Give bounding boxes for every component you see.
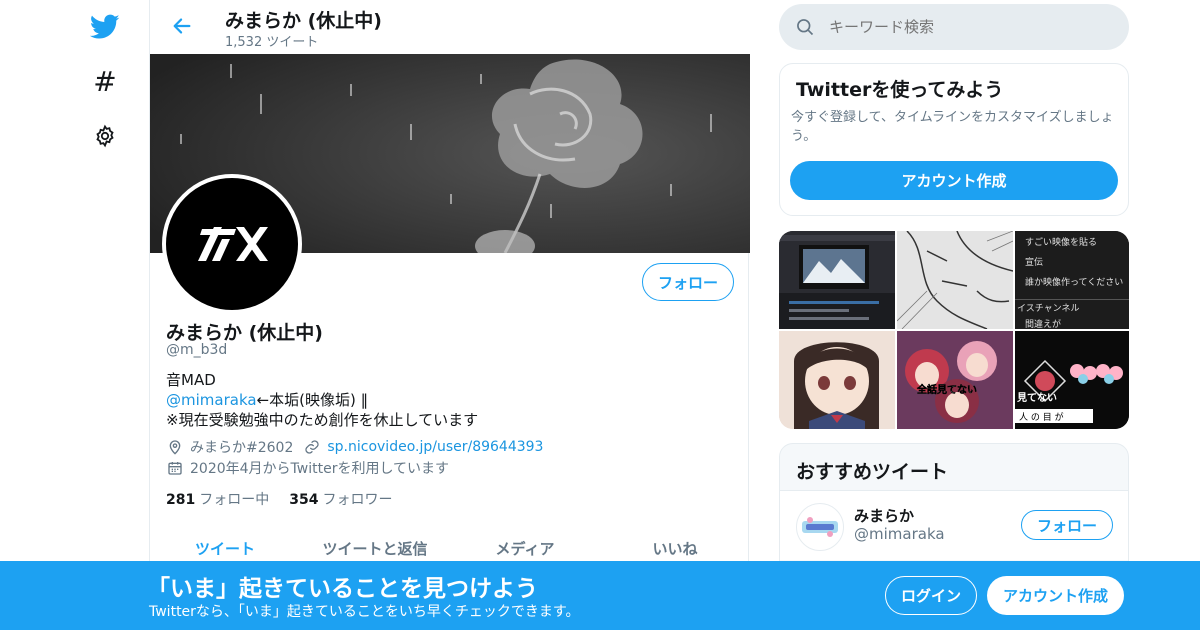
profile-handle: @m_b3d	[166, 342, 228, 358]
media-gallery: すごい映像を貼る 宣伝 誰か映像作ってください イスチャンネル 間違えが 全話見…	[779, 231, 1129, 429]
followers-count: 354	[289, 492, 319, 508]
bio-line-3: ※現在受験勉強中のため創作を休止しています	[166, 411, 479, 429]
header-title: みまらか (休止中)	[225, 10, 382, 32]
login-button[interactable]: ログイン	[885, 576, 977, 615]
tweet-count: 1,532 ツイート	[225, 35, 319, 50]
recommended-user-handle: @mimaraka	[854, 525, 945, 543]
location-pin-icon	[166, 438, 184, 456]
back-arrow-icon[interactable]	[168, 12, 196, 40]
banner-title: 「いま」起きていることを見つけよう	[147, 576, 538, 602]
thumb-caption: 全話見てない	[916, 383, 977, 396]
media-thumbnail[interactable]: 見てない 人 の 目 が	[1015, 331, 1129, 429]
signup-card-title: Twitterを使ってみよう	[796, 79, 1004, 101]
recommended-user-avatar[interactable]	[796, 503, 844, 551]
profile-stats: 281 フォロー中 354 フォロワー	[166, 489, 392, 509]
media-thumbnail[interactable]	[779, 231, 895, 329]
recommended-user-name: みまらか	[854, 507, 915, 525]
search-icon	[795, 17, 815, 37]
signup-card-description: 今すぐ登録して、タイムラインをカスタマイズしましょう。	[791, 110, 1114, 144]
bio-line-2: @mimaraka←本垢(映像垢) ‖	[166, 390, 478, 410]
thumb-text: 誰か映像作ってください	[1025, 276, 1123, 288]
banner-subtitle: Twitterなら、「いま」起きていることをいち早くチェックできます。	[149, 604, 580, 620]
follow-button[interactable]: フォロー	[642, 263, 734, 301]
profile-website-link[interactable]: sp.nicovideo.jp/user/89644393	[327, 439, 543, 455]
signup-button[interactable]: アカウント作成	[987, 576, 1124, 615]
twitter-bird-icon[interactable]	[88, 10, 122, 44]
recommended-title: おすすめツイート	[796, 461, 949, 483]
bio-line-2-text: ←本垢(映像垢) ‖	[256, 391, 369, 409]
profile-bio: 音MAD @mimaraka←本垢(映像垢) ‖ ※現在受験勉強中のため創作を休…	[166, 370, 478, 430]
link-icon	[303, 438, 321, 456]
profile-joined-date: 2020年4月からTwitterを利用しています	[190, 461, 450, 477]
media-thumbnail[interactable]	[897, 231, 1013, 329]
profile-meta-joined: 2020年4月からTwitterを利用しています	[166, 458, 449, 478]
media-thumbnail[interactable]: すごい映像を貼る 宣伝 誰か映像作ってください イスチャンネル 間違えが	[1015, 231, 1129, 329]
thumb-text: 間違えが	[1025, 318, 1061, 329]
thumb-caption: 見てない	[1016, 392, 1057, 404]
thumb-text: イスチャンネル	[1017, 303, 1079, 314]
signup-bottom-banner: 「いま」起きていることを見つけよう Twitterなら、「いま」起きていることを…	[0, 561, 1200, 630]
profile-column: みまらか (休止中) 1,532 ツイート フォロー みまらか (休止中) @m…	[149, 0, 750, 630]
followers-label: フォロワー	[322, 492, 393, 508]
followers-stat[interactable]: 354 フォロワー	[289, 489, 392, 509]
profile-name: みまらか (休止中)	[166, 322, 323, 344]
create-account-button[interactable]: アカウント作成	[790, 161, 1118, 200]
left-nav: #	[80, 0, 130, 630]
signup-prompt-card: Twitterを使ってみよう 今すぐ登録して、タイムラインをカスタマイズしましょ…	[779, 63, 1129, 216]
media-thumbnail[interactable]: 全話見てない	[897, 331, 1013, 429]
following-stat[interactable]: 281 フォロー中	[166, 489, 269, 509]
thumb-caption: 人 の 目 が	[1019, 411, 1064, 423]
thumb-text: 宣伝	[1025, 256, 1043, 268]
following-label: フォロー中	[199, 492, 270, 508]
calendar-icon	[166, 459, 184, 477]
bio-mention-link[interactable]: @mimaraka	[166, 391, 257, 409]
profile-avatar[interactable]	[162, 174, 302, 314]
search-input[interactable]	[829, 18, 1109, 36]
profile-header-bar: みまらか (休止中) 1,532 ツイート	[150, 0, 750, 54]
recommended-follow-button[interactable]: フォロー	[1021, 510, 1113, 540]
hashtag-icon[interactable]: #	[88, 64, 122, 98]
thumb-text: すごい映像を貼る	[1025, 236, 1097, 248]
bio-line-1: 音MAD	[166, 371, 216, 389]
media-thumbnail[interactable]	[779, 331, 895, 429]
settings-gear-icon[interactable]	[88, 119, 122, 153]
profile-location: みまらか#2602	[190, 440, 294, 456]
search-box	[779, 4, 1129, 50]
profile-meta-location-website: みまらか#2602 sp.nicovideo.jp/user/89644393	[166, 437, 543, 457]
recommended-user-row[interactable]: みまらか @mimaraka フォロー	[780, 490, 1128, 560]
following-count: 281	[166, 492, 196, 508]
